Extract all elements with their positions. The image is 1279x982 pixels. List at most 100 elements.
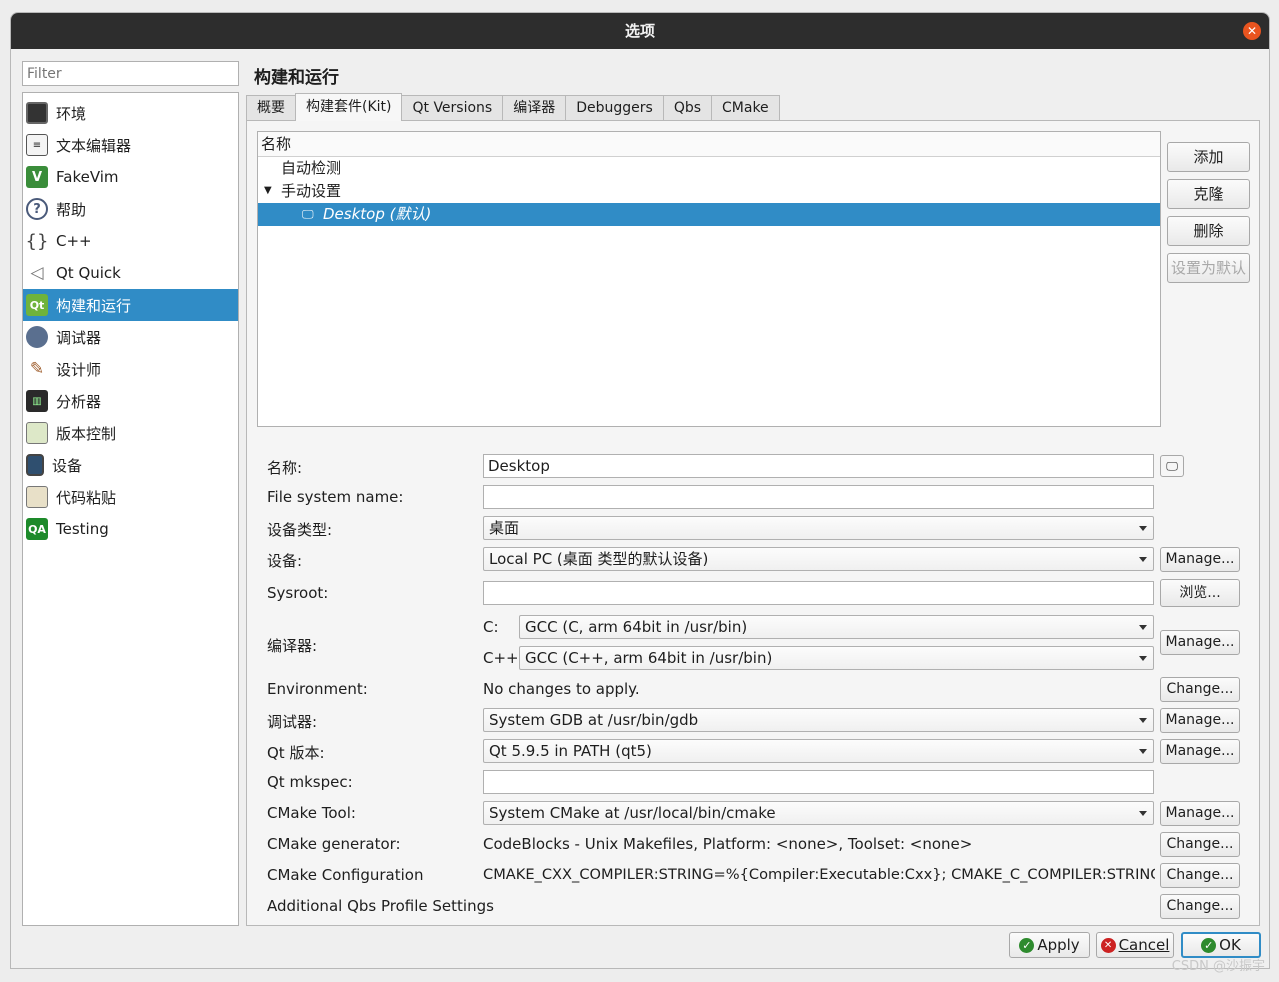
cmake-tool-value: System CMake at /usr/local/bin/cmake bbox=[489, 804, 776, 822]
cmake-config-label: CMake Configuration bbox=[267, 866, 424, 884]
tab-debuggers[interactable]: Debuggers bbox=[565, 95, 664, 121]
sysroot-label: Sysroot: bbox=[267, 584, 329, 602]
tab-compilers[interactable]: 编译器 bbox=[502, 95, 567, 121]
sidebar-item-label: C++ bbox=[56, 232, 92, 250]
debugger-select[interactable]: System GDB at /usr/bin/gdb bbox=[483, 708, 1154, 732]
set-default-button[interactable]: 设置为默认 bbox=[1167, 253, 1250, 283]
chevron-down-icon bbox=[1139, 749, 1147, 754]
cmake-config-change-button[interactable]: Change... bbox=[1160, 863, 1240, 888]
sidebar-item-label: 文本编辑器 bbox=[56, 136, 132, 155]
cancel-button[interactable]: ✕ Cancel bbox=[1096, 932, 1174, 958]
sidebar-item-analyzer[interactable]: ▥ 分析器 bbox=[23, 385, 238, 417]
compiler-manage-button[interactable]: Manage... bbox=[1160, 630, 1240, 655]
braces-icon: {} bbox=[25, 230, 49, 252]
sidebar-item-help[interactable]: ? 帮助 bbox=[23, 193, 238, 225]
sidebar-item-environment[interactable]: 环境 bbox=[23, 97, 238, 129]
environment-change-button[interactable]: Change... bbox=[1160, 677, 1240, 702]
sidebar-item-code-paster[interactable]: 代码粘贴 bbox=[23, 481, 238, 513]
device-icon bbox=[26, 454, 44, 476]
qbs-settings-label: Additional Qbs Profile Settings bbox=[267, 897, 494, 915]
tree-item-label: 自动检测 bbox=[281, 159, 342, 177]
document-icon: ≡ bbox=[26, 134, 48, 156]
sidebar-item-text-editor[interactable]: ≡ 文本编辑器 bbox=[23, 129, 238, 161]
chevron-down-icon bbox=[1139, 625, 1147, 630]
page-title: 构建和运行 bbox=[254, 68, 339, 88]
add-kit-button[interactable]: 添加 bbox=[1167, 142, 1250, 172]
remove-kit-button[interactable]: 删除 bbox=[1167, 216, 1250, 246]
sysroot-browse-button[interactable]: 浏览... bbox=[1160, 579, 1240, 607]
sidebar-item-label: 设备 bbox=[52, 456, 83, 475]
kits-panel: 名称 自动检测 ▼ 手动设置 🖵 Desktop (默认) 添加 克隆 删除 设… bbox=[246, 120, 1260, 926]
tree-item-label: Desktop (默认) bbox=[323, 205, 432, 223]
device-type-label: 设备类型: bbox=[267, 521, 333, 539]
kit-icon-button[interactable]: 🖵 bbox=[1160, 455, 1184, 477]
tab-qt-versions[interactable]: Qt Versions bbox=[401, 95, 504, 121]
device-select[interactable]: Local PC (桌面 类型的默认设备) bbox=[483, 547, 1154, 571]
cxx-compiler-select[interactable]: GCC (C++, arm 64bit in /usr/bin) bbox=[519, 646, 1154, 670]
desktop-monitor-icon: 🖵 bbox=[302, 207, 314, 221]
cmake-tool-label: CMake Tool: bbox=[267, 804, 356, 822]
c-label: C: bbox=[483, 618, 499, 636]
clone-kit-button[interactable]: 克隆 bbox=[1167, 179, 1250, 209]
qbs-settings-change-button[interactable]: Change... bbox=[1160, 894, 1240, 919]
sidebar-item-version-control[interactable]: 版本控制 bbox=[23, 417, 238, 449]
qt-version-manage-button[interactable]: Manage... bbox=[1160, 739, 1240, 764]
tab-qbs[interactable]: Qbs bbox=[662, 95, 713, 121]
check-icon: ✓ bbox=[1201, 937, 1217, 953]
bug-icon bbox=[26, 326, 48, 348]
mkspec-label: Qt mkspec: bbox=[267, 773, 353, 791]
device-manage-button[interactable]: Manage... bbox=[1160, 547, 1240, 572]
c-compiler-select[interactable]: GCC (C, arm 64bit in /usr/bin) bbox=[519, 615, 1154, 639]
sidebar-item-label: 环境 bbox=[56, 104, 87, 123]
cmake-config-value: CMAKE_CXX_COMPILER:STRING=%{Compiler:Exe… bbox=[483, 866, 1155, 883]
chevron-down-icon bbox=[1139, 811, 1147, 816]
debugger-manage-button[interactable]: Manage... bbox=[1160, 708, 1240, 733]
check-icon: ✓ bbox=[1019, 937, 1035, 953]
expand-arrow-icon[interactable]: ▼ bbox=[264, 179, 272, 202]
cmake-generator-value: CodeBlocks - Unix Makefiles, Platform: <… bbox=[483, 835, 973, 853]
tree-item-label: 手动设置 bbox=[281, 182, 342, 200]
sidebar-item-devices[interactable]: 设备 bbox=[23, 449, 238, 481]
cancel-label: Cancel bbox=[1118, 936, 1170, 954]
debugger-label: 调试器: bbox=[267, 713, 318, 731]
filter-input[interactable] bbox=[22, 61, 239, 86]
close-icon[interactable]: ✕ bbox=[1243, 22, 1261, 40]
cmake-tool-select[interactable]: System CMake at /usr/local/bin/cmake bbox=[483, 801, 1154, 825]
monitor-icon bbox=[26, 102, 48, 124]
kit-tree: 名称 自动检测 ▼ 手动设置 🖵 Desktop (默认) bbox=[257, 131, 1161, 427]
sidebar-item-fakevim[interactable]: V FakeVim bbox=[23, 161, 238, 193]
fs-name-input[interactable] bbox=[483, 485, 1154, 509]
apply-label: Apply bbox=[1037, 936, 1080, 954]
chevron-down-icon bbox=[1139, 718, 1147, 723]
analyzer-icon: ▥ bbox=[26, 390, 48, 412]
tree-item-manual[interactable]: ▼ 手动设置 bbox=[258, 180, 1160, 203]
sidebar-item-debugger[interactable]: 调试器 bbox=[23, 321, 238, 353]
mkspec-input[interactable] bbox=[483, 770, 1154, 794]
tab-cmake[interactable]: CMake bbox=[711, 95, 780, 121]
sidebar-item-build-run[interactable]: Qt 构建和运行 bbox=[23, 289, 238, 321]
fakevim-icon: V bbox=[26, 166, 48, 188]
sidebar-item-label: FakeVim bbox=[56, 168, 119, 186]
sidebar-item-designer[interactable]: ✎ 设计师 bbox=[23, 353, 238, 385]
tab-kits[interactable]: 构建套件(Kit) bbox=[295, 93, 403, 121]
paper-plane-icon: ◁ bbox=[30, 263, 44, 283]
watermark: CSDN @沙振宇 bbox=[1171, 959, 1265, 974]
sidebar-item-label: 代码粘贴 bbox=[56, 488, 117, 507]
qt-version-select[interactable]: Qt 5.9.5 in PATH (qt5) bbox=[483, 739, 1154, 763]
qt-build-icon: Qt bbox=[26, 294, 48, 316]
cmake-generator-change-button[interactable]: Change... bbox=[1160, 832, 1240, 857]
tree-item-auto-detected[interactable]: 自动检测 bbox=[258, 157, 1160, 180]
sidebar-item-cpp[interactable]: {} C++ bbox=[23, 225, 238, 257]
device-type-select[interactable]: 桌面 bbox=[483, 516, 1154, 540]
help-icon: ? bbox=[26, 198, 48, 220]
apply-button[interactable]: ✓ Apply bbox=[1009, 932, 1090, 958]
name-input[interactable]: Desktop bbox=[483, 454, 1154, 478]
title-bar: 选项 ✕ bbox=[11, 13, 1269, 49]
tab-overview[interactable]: 概要 bbox=[246, 95, 296, 121]
sidebar-item-qt-quick[interactable]: ◁ Qt Quick bbox=[23, 257, 238, 289]
tree-item-desktop-kit[interactable]: 🖵 Desktop (默认) bbox=[258, 203, 1160, 226]
sysroot-input[interactable] bbox=[483, 581, 1154, 605]
sidebar-item-testing[interactable]: QA Testing bbox=[23, 513, 238, 545]
cmake-tool-manage-button[interactable]: Manage... bbox=[1160, 801, 1240, 826]
name-label: 名称: bbox=[267, 459, 303, 477]
